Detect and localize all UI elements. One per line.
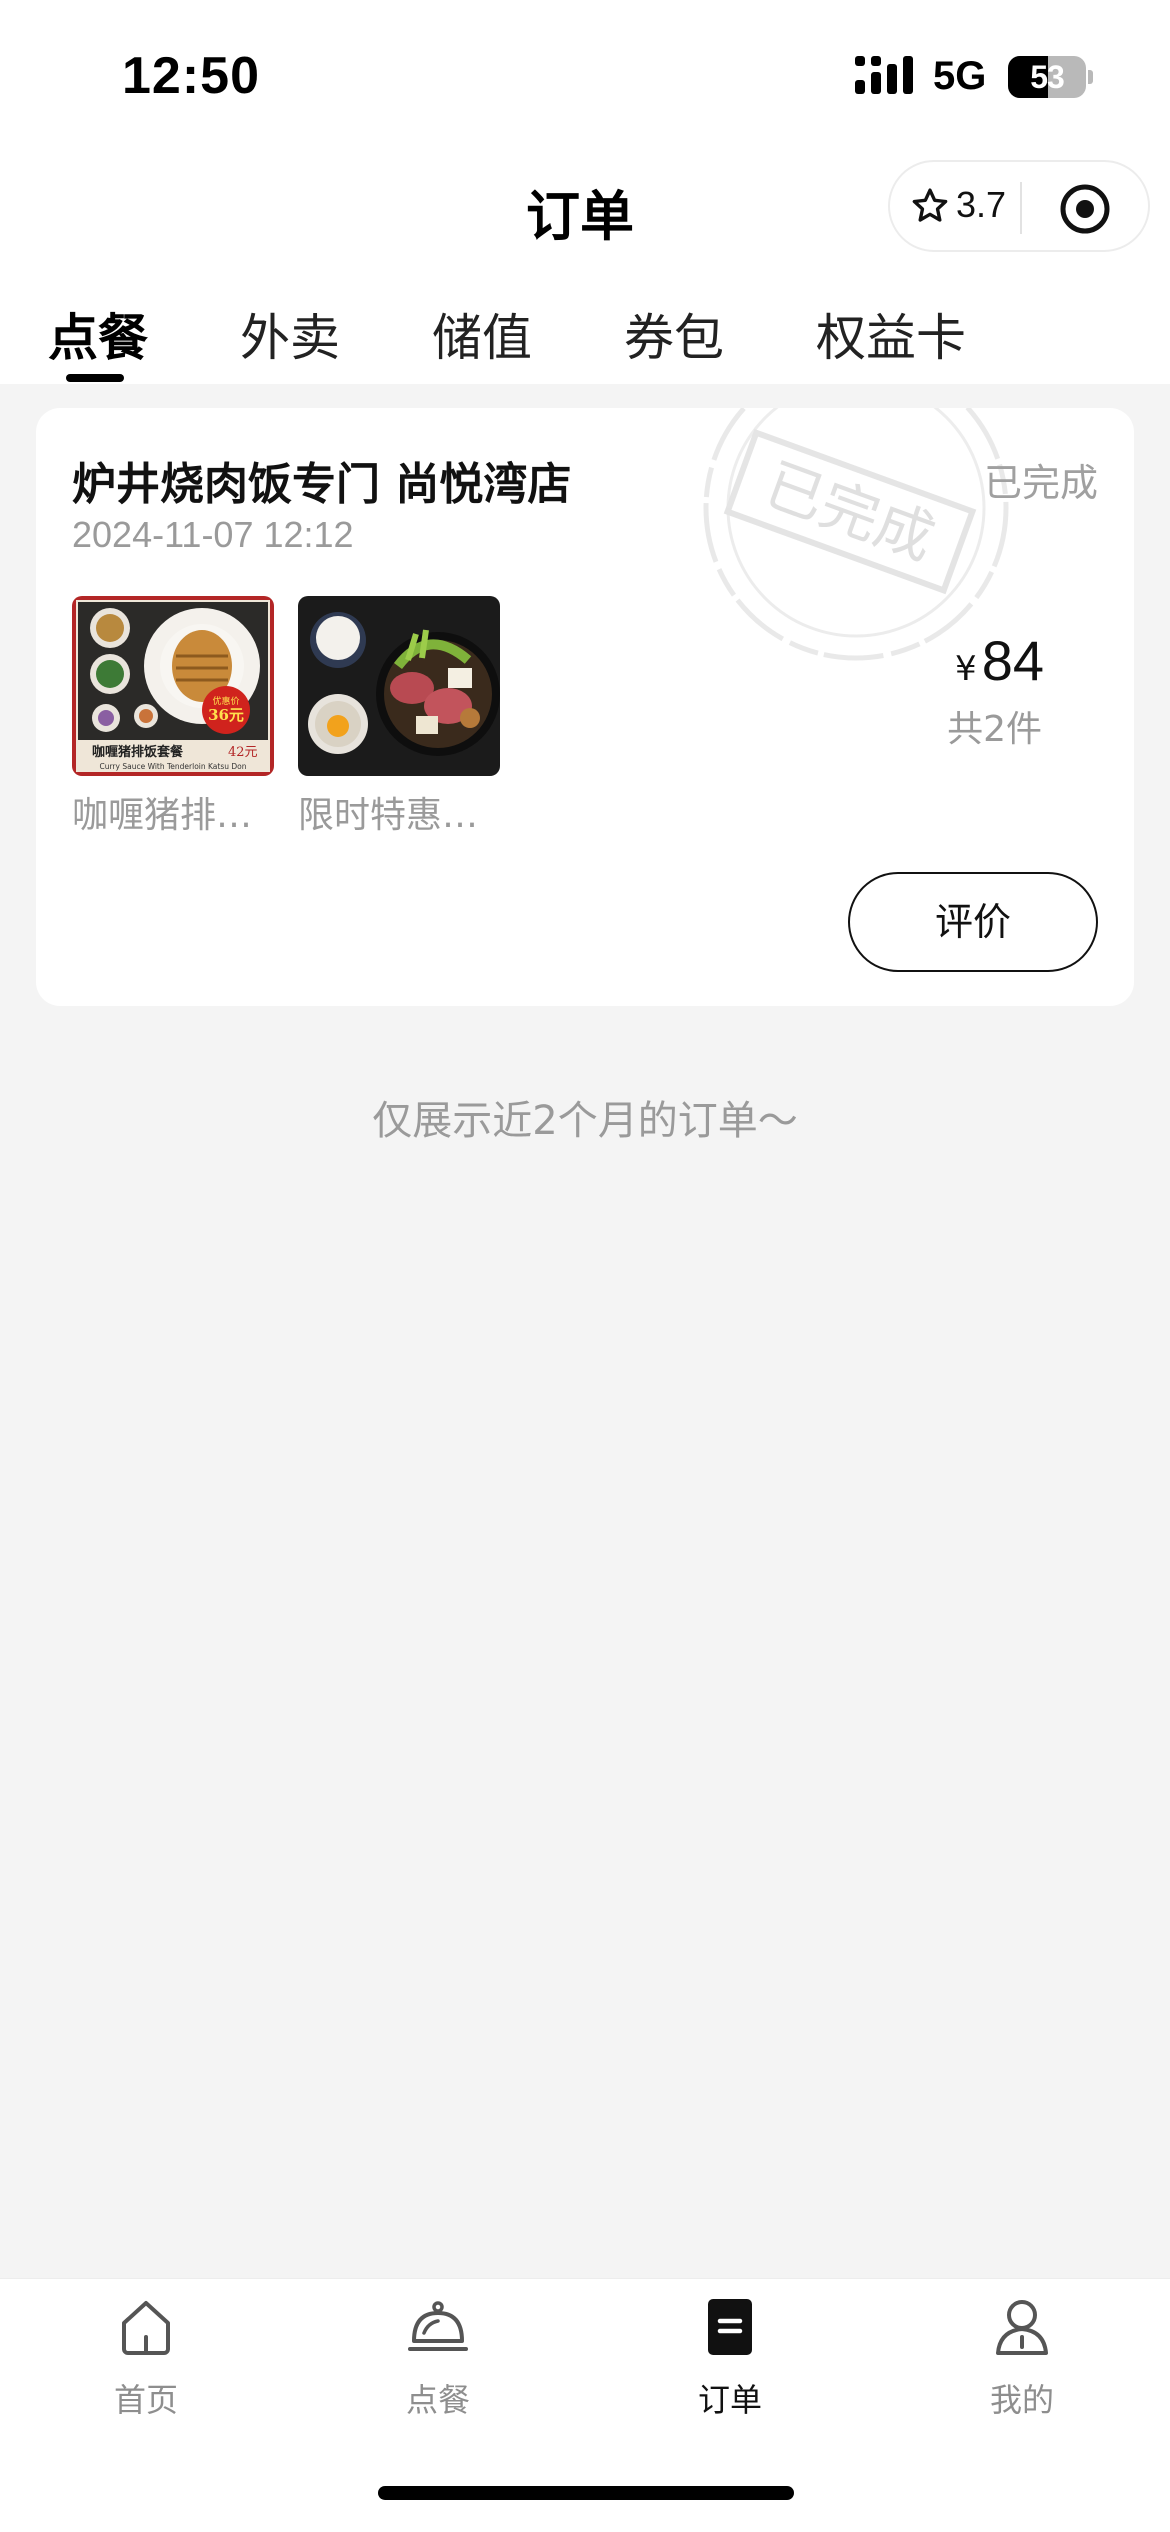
item-count: 共2件 <box>947 709 1042 750</box>
home-icon <box>122 2301 170 2355</box>
order-status: 已完成 <box>983 461 1098 505</box>
battery-level: 53 <box>1030 59 1065 95</box>
item-name-1: 咖喱猪排… <box>72 795 253 836</box>
thumb-title-text: 咖喱猪排饭套餐 <box>92 744 184 760</box>
battery-cap <box>1088 70 1093 84</box>
tabbar-home[interactable]: 首页 <box>56 2297 236 2421</box>
store-name[interactable]: 炉井烧肉饭专门 尚悦湾店 <box>72 448 571 512</box>
mini-program-capsule: 3.7 <box>888 160 1150 252</box>
person-icon <box>996 2300 1048 2355</box>
tab-stored-value[interactable]: 储值 <box>432 298 532 370</box>
target-icon[interactable] <box>1058 182 1112 236</box>
rating-value: 3.7 <box>956 184 1007 225</box>
item-image-sukiyaki[interactable] <box>298 596 500 776</box>
tabbar-profile[interactable]: 我的 <box>932 2297 1112 2421</box>
tabbar-orders[interactable]: 订单 <box>640 2297 820 2421</box>
cloche-icon <box>408 2301 468 2351</box>
tabbar-label-profile: 我的 <box>989 2381 1054 2419</box>
tab-coupons[interactable]: 券包 <box>624 298 724 370</box>
order-time: 2024-11-07 12:12 <box>72 514 354 555</box>
battery-icon: 53 <box>1008 56 1086 98</box>
tabbar-order-food[interactable]: 点餐 <box>348 2297 528 2421</box>
badge-price-text: 36元 <box>208 706 244 724</box>
item-image-curry-katsu[interactable]: 优惠价 36元 咖喱猪排饭套餐 42元 Curry Sauce With Ten… <box>72 596 274 776</box>
tab-dine-in[interactable]: 点餐 <box>48 298 148 370</box>
tabbar-label-order-food: 点餐 <box>405 2381 470 2419</box>
item-name-2: 限时特惠… <box>298 795 479 836</box>
tabbar-label-home: 首页 <box>113 2381 178 2419</box>
order-total: ¥ 84 <box>955 628 1044 693</box>
status-time: 12:50 <box>122 47 260 105</box>
order-list-icon <box>708 2299 752 2355</box>
thumb-subtitle-text: Curry Sauce With Tenderloin Katsu Don <box>99 762 246 771</box>
star-icon[interactable] <box>910 186 950 226</box>
thumb-price-text: 42元 <box>228 745 258 760</box>
cellular-signal-icon <box>855 56 913 94</box>
tab-delivery[interactable]: 外卖 <box>240 298 340 370</box>
top-bar: 12:50 5G 53 订单 3.7 点餐 外卖 储值 券包 权益卡 <box>0 0 1170 384</box>
currency-symbol: ¥ <box>954 649 977 689</box>
active-tab-indicator <box>66 374 124 382</box>
tabbar-label-orders: 订单 <box>697 2381 762 2419</box>
order-card[interactable]: 已完成 炉井烧肉饭专门 尚悦湾店 2024-11-07 12:12 已完成 优惠… <box>36 408 1134 1006</box>
order-amount: 84 <box>981 629 1044 692</box>
capsule-divider <box>1020 182 1022 234</box>
history-range-note: 仅展示近2个月的订单～ <box>372 1098 798 1144</box>
home-indicator[interactable] <box>378 2486 794 2500</box>
review-button[interactable]: 评价 <box>848 872 1098 972</box>
tab-membership-card[interactable]: 权益卡 <box>816 298 966 370</box>
network-type: 5G <box>933 54 987 98</box>
